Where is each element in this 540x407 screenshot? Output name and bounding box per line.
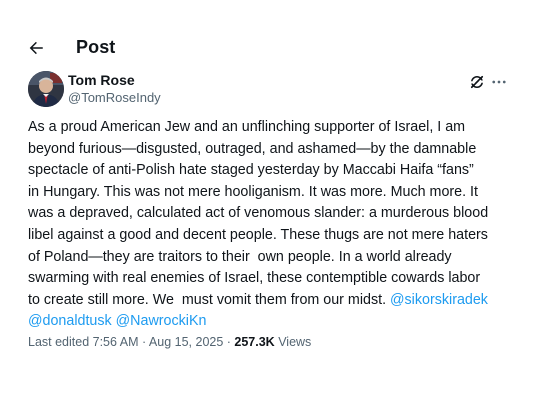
meta-separator: · bbox=[223, 335, 235, 349]
post-page: Post Tom Rose @TomRoseIndy As a proud Am… bbox=[0, 0, 540, 407]
author-handle[interactable]: @TomRoseIndy bbox=[68, 90, 161, 105]
views-label: Views bbox=[274, 335, 312, 349]
author-row: Tom Rose @TomRoseIndy bbox=[28, 71, 518, 111]
grok-button[interactable] bbox=[468, 73, 486, 91]
post-text-line: spectacle of anti-Polish hate staged yes… bbox=[28, 162, 474, 179]
avatar[interactable] bbox=[28, 71, 64, 107]
avatar-image bbox=[28, 71, 64, 107]
mention-link-sikorskiradek[interactable]: @sikorskiradek bbox=[390, 292, 488, 308]
meta-separator: · bbox=[138, 335, 149, 349]
post-text-line: was a depraved, calculated act of venomo… bbox=[28, 205, 489, 222]
page-title: Post bbox=[76, 37, 116, 57]
post-text-line: swarming with real enemies of Israel, th… bbox=[28, 270, 481, 287]
post-date[interactable]: Aug 15, 2025 bbox=[149, 335, 223, 349]
edited-timestamp[interactable]: Last edited 7:56 AM bbox=[28, 335, 139, 349]
post-text-line: in Hungary. This was not mere hooliganis… bbox=[28, 183, 478, 200]
post-header: Post bbox=[0, 30, 540, 66]
mention-link-nawrockikn[interactable]: @NawrockiKn bbox=[116, 313, 207, 329]
post-text-line: to create still more. We must vomit them… bbox=[28, 291, 391, 308]
back-button[interactable] bbox=[22, 34, 50, 62]
author-name[interactable]: Tom Rose bbox=[68, 72, 135, 88]
arrow-left-icon bbox=[29, 41, 43, 55]
more-options-button[interactable] bbox=[490, 73, 508, 91]
mention-link-donaldtusk[interactable]: @donaldtusk bbox=[28, 313, 112, 329]
grok-icon bbox=[470, 75, 484, 89]
views-count: 257.3K bbox=[234, 335, 275, 349]
post-text-line: libel against a good and decent people. … bbox=[28, 226, 488, 243]
post-text-line: As a proud American Jew and an unflinchi… bbox=[28, 119, 466, 135]
post-meta: Last edited 7:56 AM · Aug 15, 2025 · 257… bbox=[28, 335, 311, 349]
post-text-line: of Poland—they are traitors to their own… bbox=[28, 248, 452, 265]
more-horizontal-icon bbox=[492, 80, 506, 84]
post-text-line: beyond furious—disgusted, outraged, and … bbox=[28, 140, 477, 157]
post-text: As a proud American Jew and an unflinchi… bbox=[28, 117, 518, 333]
